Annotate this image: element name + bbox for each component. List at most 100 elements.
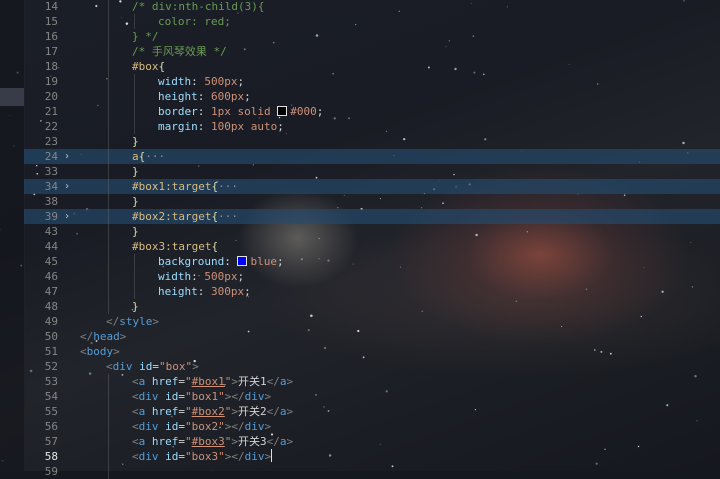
code-token: #box (132, 60, 159, 73)
code-text: <a href="#box3">开关3</a> (132, 434, 293, 449)
code-text: } */ (132, 29, 159, 44)
code-token: height (158, 90, 198, 103)
code-line[interactable]: 53 <a href="#box1">开关1</a> (24, 374, 720, 389)
line-number: 46 (44, 270, 58, 283)
code-line[interactable]: 52 <div id="box"> (24, 359, 720, 374)
code-token: < (132, 450, 139, 463)
code-text: background: blue; (158, 254, 284, 269)
code-line[interactable]: 39 › #box2:target{··· (24, 209, 720, 224)
code-line[interactable]: 49 </style> (24, 314, 720, 329)
indent-guide (108, 134, 109, 149)
code-line[interactable]: 58 <div id="box3"></div> (24, 449, 720, 464)
code-token: a (279, 405, 287, 418)
indent-guide (108, 449, 109, 464)
code-line[interactable]: 56 <div id="box2"></div> (24, 419, 720, 434)
code-token: ; (237, 270, 245, 283)
code-line[interactable]: 23} (24, 134, 720, 149)
code-line[interactable]: 45 background: blue; (24, 254, 720, 269)
line-number: 17 (44, 45, 58, 58)
code-text: } (132, 194, 139, 209)
code-token: : (191, 270, 205, 283)
line-number: 47 (44, 285, 58, 298)
code-token: id (165, 420, 179, 433)
indent-guide (108, 464, 109, 479)
code-line[interactable]: 18 #box{ (24, 59, 720, 74)
code-token: ></ (224, 450, 245, 463)
code-token: div (244, 390, 265, 403)
code-line[interactable]: 15 color: red; (24, 14, 720, 29)
code-line[interactable]: 38} (24, 194, 720, 209)
line-number: 56 (44, 420, 58, 433)
chevron-right-icon[interactable]: › (64, 179, 74, 194)
line-number: 34 (44, 180, 58, 193)
code-editor[interactable]: 14 /* div:nth-child(3){15 color: red; 16} *… (24, 0, 720, 479)
indent-guide (108, 14, 109, 29)
indent-guide (108, 299, 109, 314)
code-text: /* 手风琴效果 */ (132, 44, 227, 59)
code-token: border (158, 105, 198, 118)
code-token: #box1:target (132, 180, 212, 193)
code-token: div (138, 390, 159, 403)
code-token: ; (237, 75, 245, 88)
code-line[interactable]: 22 margin: 100px auto; (24, 119, 720, 134)
code-text: margin: 100px auto; (158, 119, 284, 134)
code-line[interactable]: 34 › #box1:target{··· (24, 179, 720, 194)
indent-guide (108, 269, 109, 284)
code-line[interactable]: 20 height: 600px; (24, 89, 720, 104)
code-token: 500px (204, 270, 238, 283)
color-swatch[interactable] (277, 106, 288, 116)
code-token: : (197, 120, 211, 133)
indent-guide (134, 119, 135, 134)
code-token: } */ (132, 30, 159, 43)
line-number: 20 (44, 90, 58, 103)
chevron-right-icon[interactable]: › (64, 209, 74, 224)
code-line[interactable]: 57 <a href="#box3">开关3</a> (24, 434, 720, 449)
code-token: 100px auto (211, 120, 278, 133)
code-line[interactable]: 16} */ (24, 29, 720, 44)
code-line[interactable]: 46 width: 500px; (24, 269, 720, 284)
activity-strip-active-marker[interactable] (0, 88, 24, 106)
code-text: } (132, 164, 139, 179)
code-line[interactable]: 21 border: 1px solid #000; (24, 104, 720, 119)
code-text: color: red; (158, 14, 231, 29)
code-line[interactable]: 19 width: 500px; (24, 74, 720, 89)
line-number: 23 (44, 135, 58, 148)
code-line[interactable]: 14 /* div:nth-child(3){ (24, 0, 720, 14)
color-swatch[interactable] (237, 256, 248, 266)
code-line[interactable]: 54 <div id="box1"></div> (24, 389, 720, 404)
code-line[interactable]: 24 › a{··· (24, 149, 720, 164)
code-line[interactable]: 47 height: 300px; (24, 284, 720, 299)
code-token: > (231, 375, 238, 388)
code-token: = (178, 375, 185, 388)
code-token: ··· (218, 180, 238, 193)
indent-guide (134, 254, 135, 269)
code-line[interactable]: 44 #box3:target{ (24, 239, 720, 254)
code-token: } (132, 300, 139, 313)
code-token: style (119, 315, 153, 328)
code-token: div (244, 420, 265, 433)
code-line[interactable]: 17 /* 手风琴效果 */ (24, 44, 720, 59)
code-line[interactable]: 33} (24, 164, 720, 179)
code-token: </ (106, 315, 120, 328)
line-number: 59 (44, 465, 58, 478)
code-line[interactable]: 59 (24, 464, 720, 479)
code-text: #box{ (132, 59, 165, 74)
code-line[interactable]: 51 <body> (24, 344, 720, 359)
indent-guide (108, 0, 109, 14)
code-line[interactable]: 55 <a href="#box2">开关2</a> (24, 404, 720, 419)
code-line[interactable]: 43} (24, 224, 720, 239)
line-number: 52 (44, 360, 58, 373)
indent-guide (108, 59, 109, 74)
line-number: 51 (44, 345, 58, 358)
code-token: blue (250, 255, 277, 268)
code-text: </style> (106, 314, 159, 329)
code-text: #box2:target{··· (132, 209, 238, 224)
code-token: > (264, 420, 272, 433)
code-text: width: 500px; (158, 269, 244, 284)
code-token: #box3 (191, 435, 225, 448)
code-token: } (132, 195, 139, 208)
chevron-right-icon[interactable]: › (64, 149, 74, 164)
code-line[interactable]: 50 </head> (24, 329, 720, 344)
code-line[interactable]: 48} (24, 299, 720, 314)
